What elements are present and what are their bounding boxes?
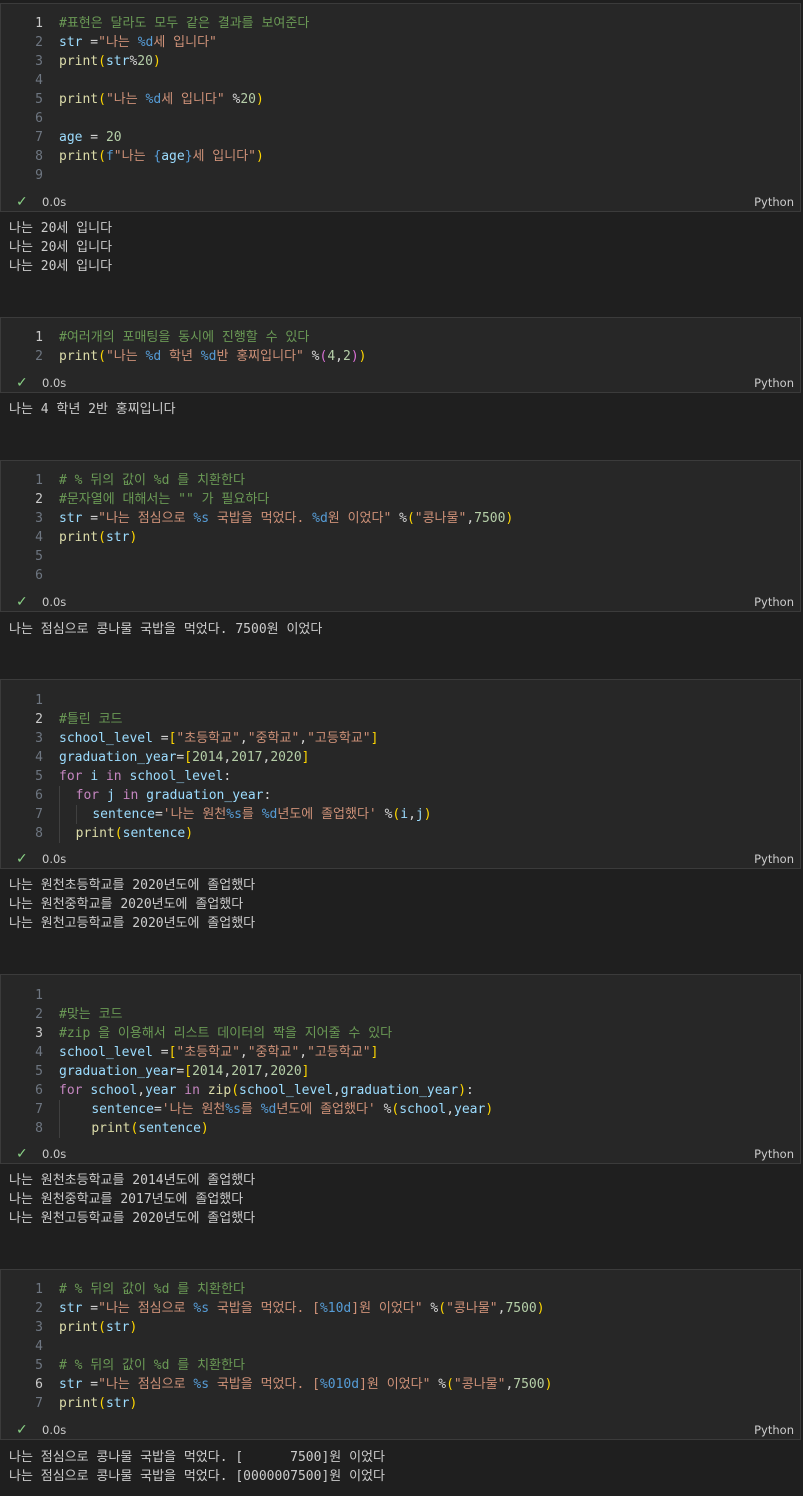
output-line: 나는 점심으로 콩나물 국밥을 먹었다. [0000007500]원 이었다 [9, 1469, 385, 1484]
check-icon: ✓ [16, 851, 28, 867]
code-line[interactable]: 8 print(sentence) [1, 1119, 209, 1138]
cell-status-bar: ✓ 0.0s Python [1, 849, 800, 869]
code-cell-2[interactable]: 1 #여러개의 포매팅을 동시에 진행할 수 있다 2 print("나는 %d 학… [0, 317, 801, 393]
code-line[interactable]: 9 [1, 166, 59, 185]
execution-time: 0.0s [42, 1147, 67, 1161]
code-cell-4[interactable]: 1 2 #틀린 코드 3 school_level =["초등학교","중학교","… [0, 679, 801, 869]
execution-time: 0.0s [42, 852, 67, 866]
code-line[interactable]: 5 [1, 547, 59, 566]
code-line[interactable]: 1 [1, 691, 59, 710]
code-line[interactable]: 2 print("나는 %d 학년 %d반 홍찌입니다" %(4,2)) [1, 347, 366, 366]
code-line[interactable]: 3 school_level =["초등학교","중학교","고등학교"] [1, 729, 378, 748]
code-line[interactable]: 6 for school,year in zip(school_level,gra… [1, 1081, 474, 1100]
code-line[interactable]: 7 sentence='나는 원천%s를 %d년도에 졸업했다' %(i,j) [1, 805, 432, 824]
code-line[interactable]: 6 [1, 109, 59, 128]
code-line[interactable]: 3 print(str) [1, 1318, 137, 1337]
execution-time: 0.0s [42, 595, 67, 609]
code-line[interactable]: 1 #표현은 달라도 모두 같은 결과를 보여준다 [1, 14, 309, 33]
code-line[interactable]: 6 [1, 566, 59, 585]
code-cell-6[interactable]: 1 # % 뒤의 값이 %d 를 치환한다 2 str ="나는 점심으로 %s 국… [0, 1269, 801, 1440]
code-line[interactable]: 2 #맞는 코드 [1, 1005, 122, 1024]
output-line: 나는 20세 입니다 [9, 221, 113, 236]
code-line[interactable]: 5 for i in school_level: [1, 767, 231, 786]
cell-status-bar: ✓ 0.0s Python [1, 192, 800, 212]
output-line: 나는 원천중학교를 2017년도에 졸업했다 [9, 1192, 244, 1207]
code-line[interactable]: 2 #문자열에 대해서는 "" 가 필요하다 [1, 490, 269, 509]
code-line[interactable]: 4 graduation_year=[2014,2017,2020] [1, 748, 309, 767]
code-line[interactable]: 8 print(f"나는 {age}세 입니다") [1, 147, 264, 166]
cell-output-1: 나는 20세 입니다 나는 20세 입니다 나는 20세 입니다 [0, 212, 801, 316]
output-line: 나는 원천중학교를 2020년도에 졸업했다 [9, 897, 244, 912]
language-label[interactable]: Python [754, 373, 794, 393]
check-icon: ✓ [16, 594, 28, 610]
code-line[interactable]: 2 str ="나는 점심으로 %s 국밥을 먹었다. [%10d]원 이었다" … [1, 1299, 544, 1318]
cell-status-bar: ✓ 0.0s Python [1, 1420, 800, 1440]
output-line: 나는 점심으로 콩나물 국밥을 먹었다. 7500원 이었다 [9, 622, 323, 637]
check-icon: ✓ [16, 194, 28, 210]
code-line[interactable]: 5 # % 뒤의 값이 %d 를 치환한다 [1, 1356, 245, 1375]
output-line: 나는 원천초등학교를 2020년도에 졸업했다 [9, 878, 256, 893]
language-label[interactable]: Python [754, 1420, 794, 1440]
code-cell-5[interactable]: 1 2 #맞는 코드 3 #zip 을 이용해서 리스트 데이터의 짝을 지어줄 수… [0, 974, 801, 1164]
code-line[interactable]: 1 # % 뒤의 값이 %d 를 치환한다 [1, 471, 245, 490]
code-line[interactable]: 1 [1, 986, 59, 1005]
execution-time: 0.0s [42, 195, 67, 209]
code-line[interactable]: 2 str ="나는 %d세 입니다" [1, 33, 217, 52]
code-line[interactable]: 3 str ="나는 점심으로 %s 국밥을 먹었다. %d원 이었다" %("콩… [1, 509, 513, 528]
check-icon: ✓ [16, 375, 28, 391]
code-line[interactable]: 3 print(str%20) [1, 52, 161, 71]
cell-output-4: 나는 원천초등학교를 2020년도에 졸업했다 나는 원천중학교를 2020년도… [0, 869, 801, 974]
output-line: 나는 원천고등학교를 2020년도에 졸업했다 [9, 916, 256, 931]
code-line[interactable]: 4 [1, 71, 59, 90]
language-label[interactable]: Python [754, 849, 794, 869]
code-line[interactable]: 2 #틀린 코드 [1, 710, 122, 729]
execution-time: 0.0s [42, 376, 67, 390]
check-icon: ✓ [16, 1146, 28, 1162]
code-line[interactable]: 6 str ="나는 점심으로 %s 국밥을 먹었다. [%010d]원 이었다"… [1, 1375, 552, 1394]
output-line: 나는 원천초등학교를 2014년도에 졸업했다 [9, 1173, 256, 1188]
code-line[interactable]: 5 print("나는 %d세 입니다" %20) [1, 90, 264, 109]
cell-output-5: 나는 원천초등학교를 2014년도에 졸업했다 나는 원천중학교를 2017년도… [0, 1164, 801, 1269]
code-line[interactable]: 7 sentence='나는 원천%s를 %d년도에 졸업했다' %(schoo… [1, 1100, 493, 1119]
cell-status-bar: ✓ 0.0s Python [1, 1144, 800, 1164]
cell-output-2: 나는 4 학년 2반 홍찌입니다 [0, 393, 801, 460]
language-label[interactable]: Python [754, 192, 794, 212]
code-line[interactable]: 4 print(str) [1, 528, 137, 547]
code-line[interactable]: 1 # % 뒤의 값이 %d 를 치환한다 [1, 1280, 245, 1299]
output-line: 나는 20세 입니다 [9, 240, 113, 255]
check-icon: ✓ [16, 1422, 28, 1438]
cell-output-6: 나는 점심으로 콩나물 국밥을 먹었다. [ 7500]원 이었다 나는 점심으… [0, 1440, 801, 1496]
language-label[interactable]: Python [754, 592, 794, 612]
output-line: 나는 4 학년 2반 홍찌입니다 [9, 402, 176, 417]
code-line[interactable]: 3 #zip 을 이용해서 리스트 데이터의 짝을 지어줄 수 있다 [1, 1024, 392, 1043]
execution-time: 0.0s [42, 1423, 67, 1437]
code-line[interactable]: 7 print(str) [1, 1394, 137, 1413]
output-line: 나는 원천고등학교를 2020년도에 졸업했다 [9, 1211, 256, 1226]
code-line[interactable]: 1 #여러개의 포매팅을 동시에 진행할 수 있다 [1, 328, 309, 347]
code-line[interactable]: 4 [1, 1337, 59, 1356]
code-line[interactable]: 4 school_level =["초등학교","중학교","고등학교"] [1, 1043, 378, 1062]
code-cell-3[interactable]: 1 # % 뒤의 값이 %d 를 치환한다 2 #문자열에 대해서는 "" 가 필요… [0, 460, 801, 612]
output-line: 나는 점심으로 콩나물 국밥을 먹었다. [ 7500]원 이었다 [9, 1450, 385, 1465]
code-line[interactable]: 6 for j in graduation_year: [1, 786, 271, 805]
code-line[interactable]: 5 graduation_year=[2014,2017,2020] [1, 1062, 309, 1081]
output-line: 나는 20세 입니다 [9, 259, 113, 274]
cell-output-3: 나는 점심으로 콩나물 국밥을 먹었다. 7500원 이었다 [0, 612, 801, 679]
cell-status-bar: ✓ 0.0s Python [1, 592, 800, 612]
language-label[interactable]: Python [754, 1144, 794, 1164]
code-cell-1[interactable]: 1 #표현은 달라도 모두 같은 결과를 보여준다 2 str ="나는 %d세 입… [0, 3, 801, 212]
cell-status-bar: ✓ 0.0s Python [1, 373, 800, 393]
code-line[interactable]: 8 print(sentence) [1, 824, 193, 843]
code-line[interactable]: 7 age = 20 [1, 128, 121, 147]
